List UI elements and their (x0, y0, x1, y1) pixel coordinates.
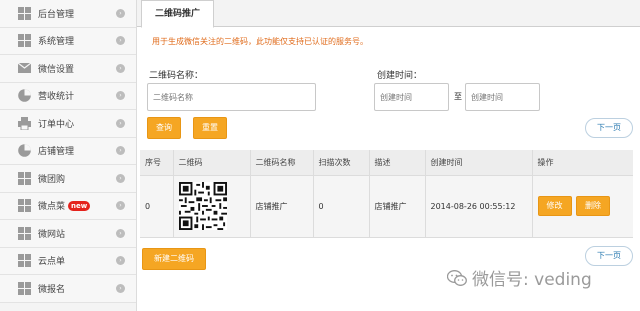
chevron-right-icon: › (116, 283, 125, 293)
grid-icon (17, 171, 31, 185)
sidebar-item-orders[interactable]: 订单中心 › (0, 110, 136, 138)
grid-icon (17, 226, 31, 240)
qrcode-name-input[interactable] (147, 83, 316, 111)
chevron-right-icon: › (116, 8, 125, 18)
grid-icon (17, 199, 31, 213)
sidebar-item-label: 微团购 (38, 174, 66, 185)
next-page-button-bottom[interactable]: 下一页 (585, 246, 633, 266)
chevron-right-icon: › (116, 91, 125, 101)
cell-actions: 修改 删除 (532, 175, 633, 238)
mail-icon (17, 61, 31, 75)
cell-index: 0 (140, 175, 174, 238)
sidebar-item-label: 微报名 (38, 284, 66, 295)
create-time-from-input[interactable] (374, 83, 449, 111)
cell-qrcode (173, 175, 251, 238)
create-time-to-input[interactable] (465, 83, 540, 111)
table-header-row: 序号 二维码 二维码名称 扫描次数 描述 创建时间 操作 (140, 150, 633, 176)
cell-scans: 0 (313, 175, 370, 238)
col-header-qrcode: 二维码 (173, 150, 251, 176)
cell-created: 2014-08-26 00:55:12 (425, 175, 533, 238)
sidebar-item-signup[interactable]: 微报名 › (0, 275, 136, 303)
sidebar-item-label: 微网站 (38, 229, 66, 240)
new-qrcode-button[interactable]: 新建二维码 (142, 248, 206, 270)
tab-bar: 二维码推广 (137, 0, 640, 28)
grid-icon (17, 6, 31, 20)
sidebar-item-admin[interactable]: 后台管理 › (0, 0, 136, 28)
next-page-button-top[interactable]: 下一页 (585, 118, 633, 138)
delete-button[interactable]: 删除 (576, 196, 611, 216)
qrcode-image (178, 182, 227, 230)
sidebar-item-wechat-settings[interactable]: 微信设置 › (0, 55, 136, 83)
grid-icon (17, 254, 31, 268)
chevron-right-icon: › (116, 228, 125, 238)
sidebar-item-cloud-order[interactable]: 云点单 › (0, 247, 136, 275)
qrcode-name-label: 二维码名称： (149, 71, 204, 81)
sidebar-item-menu-order[interactable]: 微点菜 new › (0, 192, 136, 220)
col-header-name: 二维码名称 (250, 150, 314, 176)
new-badge: new (68, 200, 91, 211)
table-row: 0 店铺推广 0 店铺推广 2014-08-26 00:55:12 修改 删除 (140, 175, 633, 238)
chevron-right-icon: › (116, 63, 125, 73)
sidebar-item-label: 微信设置 (38, 64, 75, 75)
edit-button[interactable]: 修改 (537, 196, 572, 216)
sidebar-item-store[interactable]: 店铺管理 › (0, 137, 136, 165)
grid-icon (17, 281, 31, 295)
col-header-index: 序号 (140, 150, 174, 176)
query-button[interactable]: 查询 (147, 117, 181, 139)
notice-text: 用于生成微信关注的二维码，此功能仅支持已认证的服务号。 (152, 37, 368, 46)
sidebar-item-group-buy[interactable]: 微团购 › (0, 165, 136, 193)
sidebar: 后台管理 › 系统管理 › 微信设置 › 营收统计 › 订单中心 › 店铺管理 … (0, 0, 137, 311)
sidebar-item-label: 订单中心 (38, 119, 75, 130)
chevron-right-icon: › (116, 36, 125, 46)
pie-icon (17, 144, 31, 158)
grid-icon (17, 34, 31, 48)
create-time-label: 创建时间： (377, 71, 423, 81)
sidebar-item-label: 后台管理 (38, 9, 75, 20)
col-header-desc: 描述 (369, 150, 426, 176)
col-header-created: 创建时间 (425, 150, 533, 176)
chevron-right-icon: › (116, 146, 125, 156)
watermark-text: 微信号: veding (472, 270, 592, 290)
cell-desc: 店铺推广 (369, 175, 426, 238)
sidebar-item-system[interactable]: 系统管理 › (0, 27, 136, 55)
sidebar-item-label: 营收统计 (38, 92, 75, 103)
date-range-separator: 至 (454, 92, 462, 101)
qrcode-table: 序号 二维码 二维码名称 扫描次数 描述 创建时间 操作 0 店铺推广 0 店铺… (140, 150, 633, 238)
sidebar-item-label: 系统管理 (38, 37, 75, 48)
chevron-right-icon: › (116, 173, 125, 183)
chevron-right-icon: › (116, 256, 125, 266)
printer-icon (17, 116, 31, 130)
col-header-scans: 扫描次数 (313, 150, 370, 176)
sidebar-item-revenue[interactable]: 营收统计 › (0, 82, 136, 110)
tab-qrcode-promotion[interactable]: 二维码推广 (141, 0, 215, 28)
watermark: 微信号: veding (447, 265, 592, 290)
sidebar-item-label: 店铺管理 (38, 147, 75, 158)
sidebar-item-website[interactable]: 微网站 › (0, 220, 136, 248)
cell-name: 店铺推广 (250, 175, 314, 238)
chevron-right-icon: › (116, 201, 125, 211)
sidebar-item-label: 微点菜 (38, 202, 66, 213)
pie-icon (17, 89, 31, 103)
wechat-logo-icon (447, 269, 467, 286)
chevron-right-icon: › (116, 118, 125, 128)
reset-button[interactable]: 重置 (193, 117, 227, 139)
col-header-actions: 操作 (532, 150, 633, 176)
sidebar-item-label: 云点单 (38, 257, 66, 268)
